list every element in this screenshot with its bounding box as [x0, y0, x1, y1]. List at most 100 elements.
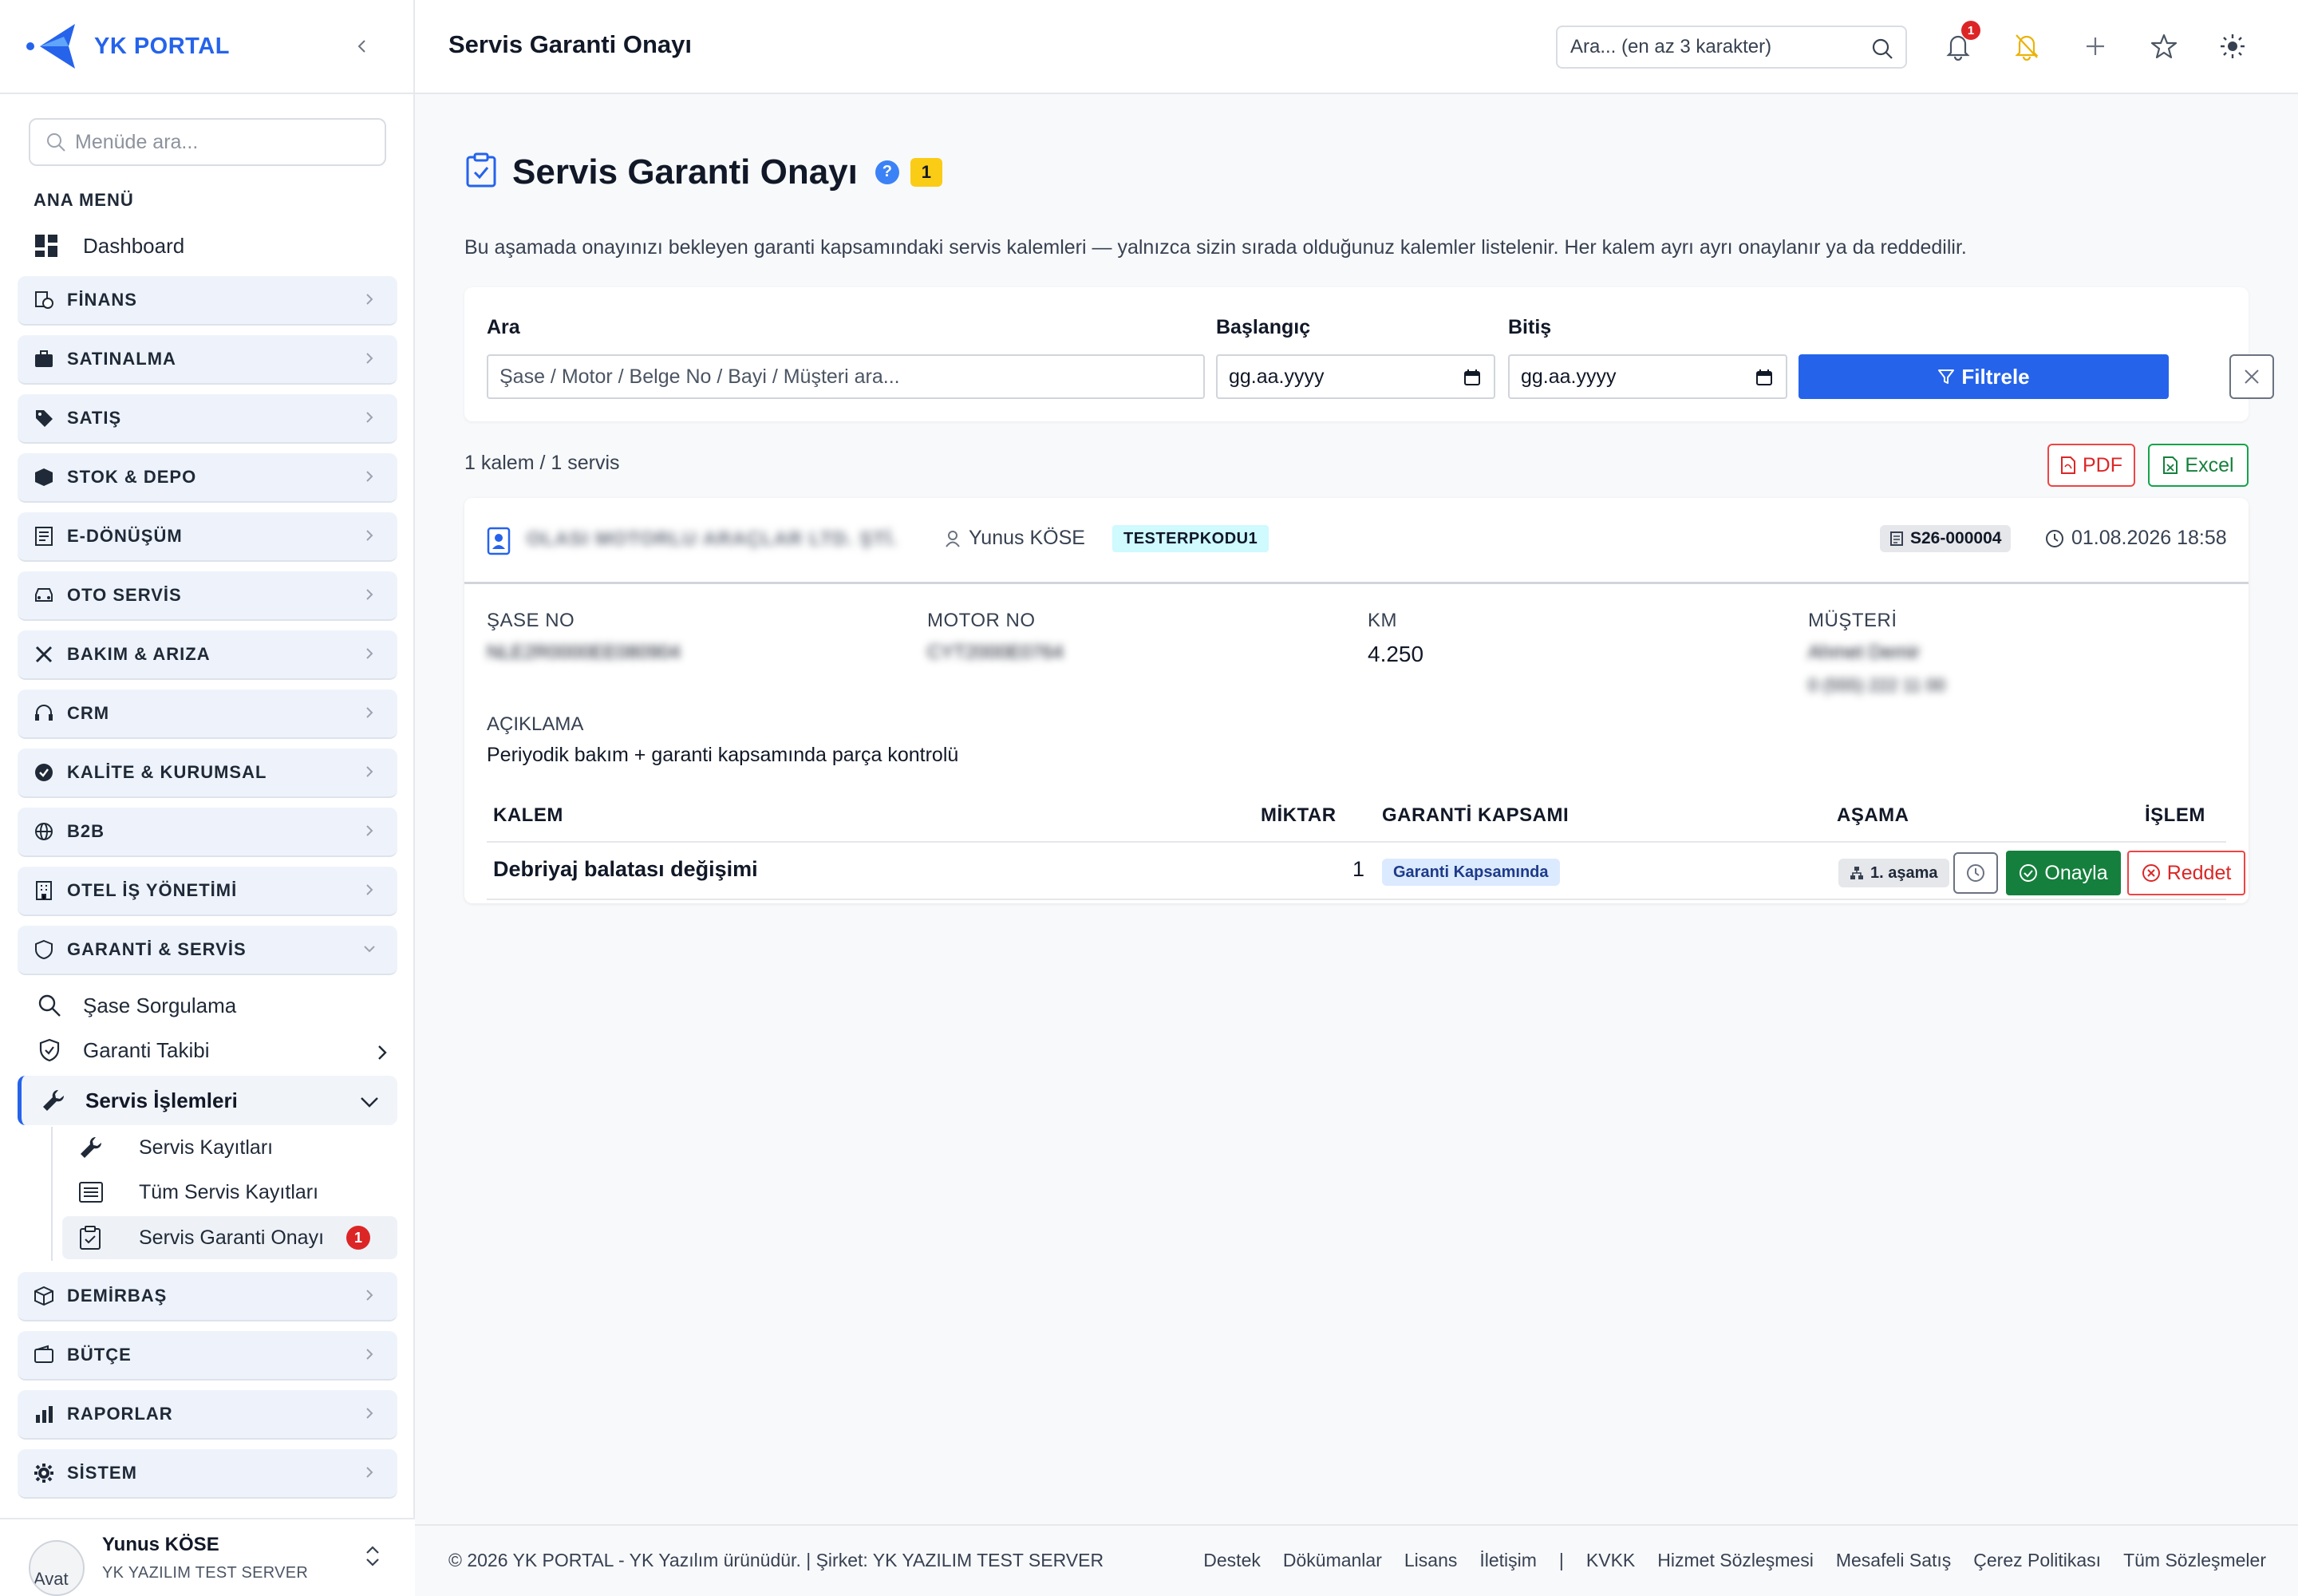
shield-icon: [32, 938, 56, 962]
sidebar-group-si-stem[interactable]: SİSTEM: [18, 1449, 397, 1499]
menu-search-box[interactable]: [29, 118, 386, 166]
tools-icon: [32, 642, 56, 666]
reject-button[interactable]: Reddet: [2127, 851, 2245, 895]
finance-icon: [32, 288, 56, 312]
global-search-box[interactable]: [1556, 26, 1907, 69]
sidebar-group-kali-te-kurumsal[interactable]: KALİTE & KURUMSAL: [18, 749, 397, 798]
approve-button[interactable]: Onayla: [2006, 851, 2121, 895]
chevron-right-icon: [362, 1465, 377, 1479]
footer-link[interactable]: Çerez Politikası: [1973, 1550, 2101, 1571]
document-icon: [32, 524, 56, 548]
sidebar-group-crm[interactable]: CRM: [18, 689, 397, 739]
notification-bell-icon[interactable]: 1: [1942, 21, 1980, 62]
chevron-right-icon: [373, 1042, 391, 1060]
sidebar-group-label: B2B: [67, 821, 105, 841]
footer-link[interactable]: Lisans: [1404, 1550, 1457, 1571]
footer-link[interactable]: KVKK: [1586, 1550, 1635, 1571]
search-icon: [45, 131, 67, 159]
brand-name[interactable]: YK PORTAL: [94, 34, 230, 60]
description-value: Periyodik bakım + garanti kapsamında par…: [487, 744, 959, 766]
sidebar-group-otel-i-ş-yöneti-mi-[interactable]: OTEL İŞ YÖNETİMİ: [18, 867, 397, 916]
record-user: Yunus KÖSE: [945, 527, 1085, 550]
footer-link[interactable]: Destek: [1203, 1550, 1261, 1571]
page-title: Servis Garanti Onayı: [512, 152, 858, 192]
chevron-down-icon: [362, 942, 377, 956]
filter-button[interactable]: Filtrele: [1799, 354, 2169, 399]
sidebar-group-raporlar[interactable]: RAPORLAR: [18, 1390, 397, 1440]
history-button[interactable]: [1953, 852, 1998, 894]
start-date-input[interactable]: gg.aa.yyyy: [1216, 354, 1495, 399]
footer-link[interactable]: Mesafeli Satış: [1836, 1550, 1951, 1571]
sidebar-group-satinalma[interactable]: SATINALMA: [18, 335, 397, 385]
sidebar-item-servis-islemleri[interactable]: Servis İşlemleri: [18, 1076, 397, 1125]
document-number-badge: S26-000004: [1880, 525, 2012, 552]
user-icon: [945, 530, 961, 547]
global-search-input[interactable]: [1570, 36, 1858, 58]
clipboard-check-icon: [464, 152, 498, 192]
sidebar-item-servis-kayitlari[interactable]: Servis Kayıtları: [78, 1127, 273, 1168]
filter-search-field[interactable]: [487, 354, 1205, 399]
sidebar-group-garanti-servi-s[interactable]: GARANTİ & SERVİS: [18, 926, 397, 975]
add-icon[interactable]: [2079, 30, 2111, 62]
sidebar-item-garanti-takibi[interactable]: Garanti Takibi: [35, 1031, 387, 1069]
sidebar-item-sase-sorgulama[interactable]: Şase Sorgulama: [35, 986, 236, 1025]
car-icon: [32, 583, 56, 607]
chevron-up-down-icon[interactable]: [364, 1543, 381, 1573]
dashboard-icon: [34, 233, 59, 259]
sidebar-group-bakim-ariza[interactable]: BAKIM & ARIZA: [18, 630, 397, 680]
check-circle-icon: [2019, 863, 2038, 883]
footer-link[interactable]: İletişim: [1479, 1550, 1537, 1571]
sidebar-group-bütçe[interactable]: BÜTÇE: [18, 1331, 397, 1381]
export-pdf-button[interactable]: PDF: [2047, 444, 2135, 487]
quality-icon: [32, 760, 56, 784]
sidebar-item-label: Servis Garanti Onayı: [139, 1226, 325, 1249]
sidebar-group-label: STOK & DEPO: [67, 467, 197, 487]
footer-link[interactable]: Hizmet Sözleşmesi: [1657, 1550, 1814, 1571]
clipboard-check-icon: [78, 1225, 110, 1250]
calendar-icon[interactable]: [1755, 369, 1773, 390]
footer-link[interactable]: Tüm Sözleşmeler: [2123, 1550, 2266, 1571]
sidebar-group-satiş[interactable]: SATIŞ: [18, 394, 397, 444]
clock-icon: [2044, 528, 2065, 549]
export-excel-button[interactable]: Excel: [2148, 444, 2249, 487]
collapse-sidebar-icon[interactable]: [349, 34, 375, 59]
sidebar-group-label: CRM: [67, 703, 110, 723]
theme-sun-icon[interactable]: [2217, 30, 2249, 62]
sidebar-group-label: GARANTİ & SERVİS: [67, 939, 247, 959]
notification-count-badge: 1: [1961, 21, 1980, 40]
footer-link[interactable]: Dökümanlar: [1283, 1550, 1382, 1571]
notifications-muted-icon[interactable]: [2011, 30, 2043, 62]
sidebar-group-fi-nans[interactable]: FİNANS: [18, 276, 397, 326]
filter-search-input[interactable]: [499, 365, 1203, 389]
chevron-right-icon: [362, 292, 377, 306]
sidebar-group-e-dönüşüm[interactable]: E-DÖNÜŞÜM: [18, 512, 397, 562]
user-menu[interactable]: Avat Yunus KÖSE YK YAZILIM TEST SERVER: [0, 1518, 415, 1596]
menu-search-input[interactable]: [75, 130, 385, 154]
chevron-right-icon: [362, 528, 377, 543]
main-menu-title: ANA MENÜ: [34, 190, 134, 210]
stage-badge: 1. aşama: [1838, 859, 1949, 887]
sidebar-group-stok-depo[interactable]: STOK & DEPO: [18, 453, 397, 503]
copyright-text: © 2026 YK PORTAL - YK Yazılım ürünüdür. …: [448, 1550, 1104, 1570]
sidebar-group-demi-rbaş[interactable]: DEMİRBAŞ: [18, 1272, 397, 1321]
row-divider: [487, 899, 2226, 900]
filter-button-label: Filtrele: [1961, 364, 2030, 389]
sidebar-group-b2b[interactable]: B2B: [18, 808, 397, 857]
search-icon[interactable]: [1870, 37, 1894, 65]
sidebar-item-tum-servis-kayitlari[interactable]: Tüm Servis Kayıtları: [78, 1171, 318, 1213]
sidebar-group-oto-servi-s[interactable]: OTO SERVİS: [18, 571, 397, 621]
star-icon[interactable]: [2148, 30, 2180, 62]
clear-filter-button[interactable]: [2229, 354, 2274, 399]
sidebar-item-dashboard[interactable]: Dashboard: [34, 228, 184, 263]
musteri-label: MÜŞTERİ: [1808, 610, 1897, 631]
sidebar-item-servis-garanti-onayi[interactable]: Servis Garanti Onayı 1: [78, 1217, 371, 1258]
sidebar-group-label: SİSTEM: [67, 1463, 137, 1483]
item-name: Debriyaj balatası değişimi: [493, 857, 758, 881]
end-date-input[interactable]: gg.aa.yyyy: [1508, 354, 1787, 399]
brand-logo-icon[interactable]: [24, 21, 81, 72]
description-label: AÇIKLAMA: [487, 713, 584, 735]
globe-icon: [32, 820, 56, 843]
help-icon[interactable]: ?: [875, 160, 899, 184]
receipt-icon: [1889, 531, 1904, 547]
calendar-icon[interactable]: [1463, 369, 1481, 390]
